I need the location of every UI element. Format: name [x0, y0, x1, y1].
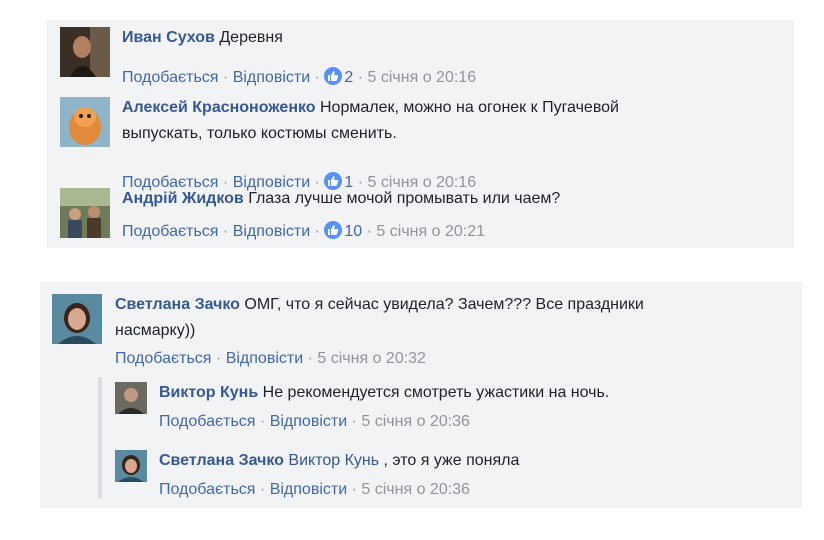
- thumbs-up-icon[interactable]: [324, 221, 343, 239]
- comment-author[interactable]: Виктор Кунь: [159, 384, 258, 401]
- comment-actions: Подобається · Відповісти · 5 січня о 20:…: [159, 480, 470, 500]
- avatar[interactable]: [52, 294, 102, 344]
- avatar[interactable]: [60, 97, 110, 147]
- comment-actions: Подобається · Відповісти · 2 · 5 січня о…: [122, 67, 476, 88]
- separator: ·: [215, 350, 222, 367]
- like-count[interactable]: 2: [344, 69, 353, 86]
- comment-text: , это я уже поняла: [383, 452, 520, 469]
- comment-timestamp[interactable]: 5 січня о 20:36: [361, 481, 470, 498]
- comment: Светлана Зачко ОМГ, что я сейчас увидела…: [52, 294, 792, 374]
- comment-text-continued: насмарку)): [115, 322, 196, 339]
- like-link[interactable]: Подобається: [159, 481, 255, 498]
- comment-author[interactable]: Алексей Красноноженко: [122, 99, 316, 116]
- avatar[interactable]: [115, 382, 147, 414]
- comment: Алексей Красноноженко Нормалек, можно на…: [60, 97, 780, 191]
- like-link[interactable]: Подобається: [115, 350, 211, 367]
- reply-link[interactable]: Відповісти: [226, 350, 303, 367]
- comment-timestamp[interactable]: 5 січня о 20:36: [361, 413, 470, 430]
- separator: ·: [307, 350, 313, 367]
- reply-thread-line: [98, 377, 102, 498]
- comment-text: Деревня: [219, 29, 283, 46]
- comment-actions: Подобається · Відповісти · 5 січня о 20:…: [115, 349, 426, 369]
- comment-thread-2: Светлана Зачко ОМГ, что я сейчас увидела…: [40, 282, 802, 508]
- comment-text: ОМГ, что я сейчас увидела? Зачем??? Все …: [244, 296, 644, 313]
- like-link[interactable]: Подобається: [159, 413, 255, 430]
- separator: ·: [222, 69, 229, 86]
- avatar[interactable]: [115, 450, 147, 482]
- comment: Иван Сухов Деревня Подобається · Відпові…: [60, 27, 780, 87]
- comment-text: Нормалек, можно на огонек к Пугачевой: [320, 99, 619, 116]
- separator: ·: [222, 223, 229, 240]
- separator: ·: [259, 413, 266, 430]
- mention-link[interactable]: Виктор Кунь: [288, 452, 379, 469]
- separator: ·: [366, 223, 372, 240]
- comment-timestamp[interactable]: 5 січня о 20:16: [368, 69, 477, 86]
- like-link[interactable]: Подобається: [122, 69, 218, 86]
- comment-text: Глаза лучше мочой промывать или чаем?: [248, 190, 561, 207]
- separator: ·: [259, 481, 266, 498]
- thumbs-up-icon[interactable]: [324, 67, 343, 85]
- comment-thread-1: Иван Сухов Деревня Подобається · Відпові…: [47, 20, 794, 248]
- reply-link[interactable]: Відповісти: [233, 223, 310, 240]
- separator: ·: [351, 481, 357, 498]
- comment-author[interactable]: Светлана Зачко: [159, 452, 284, 469]
- reply-link[interactable]: Відповісти: [233, 69, 310, 86]
- comment: Андрій Жидков Глаза лучше мочой промыват…: [60, 188, 780, 243]
- reply-comment: Светлана Зачко Виктор Кунь , это я уже п…: [115, 450, 785, 505]
- comment-author[interactable]: Андрій Жидков: [122, 190, 244, 207]
- comment-text: Не рекомендуется смотреть ужастики на но…: [262, 384, 610, 401]
- avatar[interactable]: [60, 188, 110, 238]
- reply-link[interactable]: Відповісти: [270, 481, 347, 498]
- reply-comment: Виктор Кунь Не рекомендуется смотреть уж…: [115, 382, 785, 437]
- like-count[interactable]: 10: [344, 223, 362, 240]
- comment-timestamp[interactable]: 5 січня о 20:21: [376, 223, 485, 240]
- avatar[interactable]: [60, 27, 110, 77]
- separator: ·: [314, 223, 320, 240]
- comment-author[interactable]: Светлана Зачко: [115, 296, 240, 313]
- comment-timestamp[interactable]: 5 січня о 20:32: [317, 350, 426, 367]
- separator: ·: [351, 413, 357, 430]
- reply-link[interactable]: Відповісти: [270, 413, 347, 430]
- comment-actions: Подобається · Відповісти · 5 січня о 20:…: [159, 412, 470, 432]
- separator: ·: [314, 69, 320, 86]
- separator: ·: [357, 69, 364, 86]
- comment-author[interactable]: Иван Сухов: [122, 29, 215, 46]
- comment-text-continued: выпускать, только костюмы сменить.: [122, 125, 397, 142]
- comment-actions: Подобається · Відповісти · 10 · 5 січня …: [122, 221, 485, 242]
- like-link[interactable]: Подобається: [122, 223, 218, 240]
